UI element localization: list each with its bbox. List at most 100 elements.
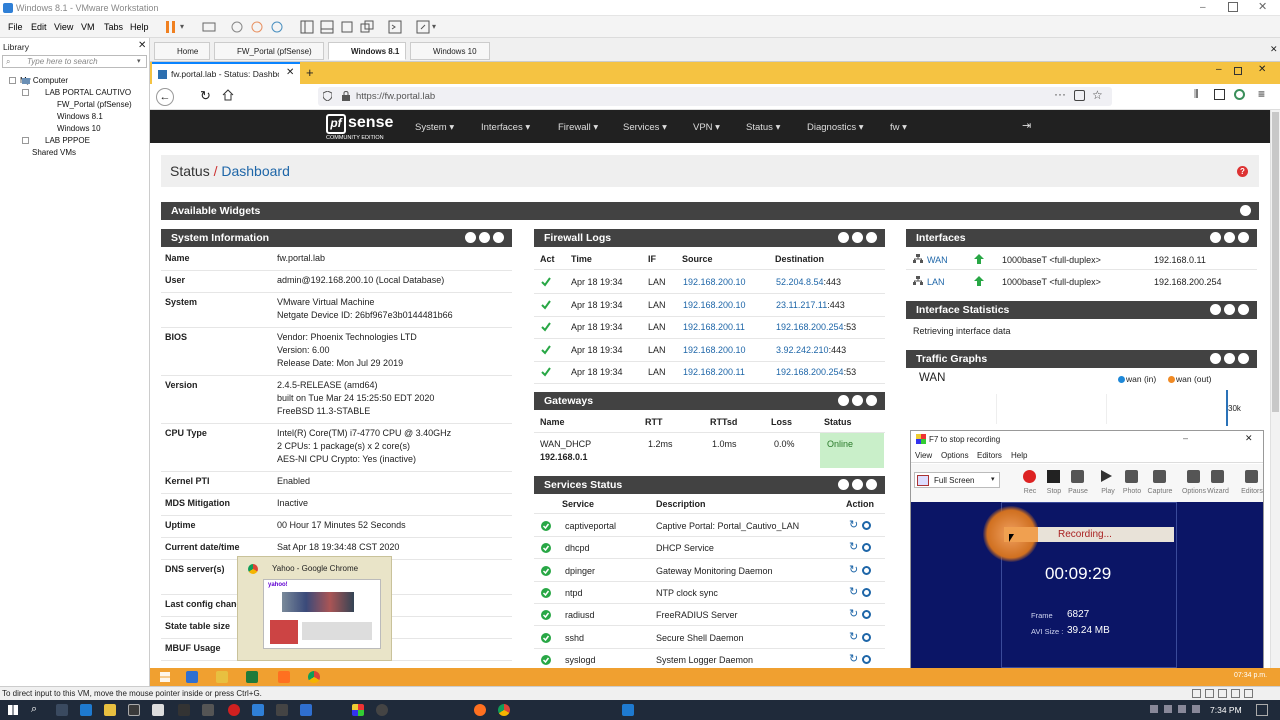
minimize-widget-icon[interactable] [852, 479, 863, 490]
ie-icon[interactable] [186, 671, 198, 683]
close-icon[interactable]: ✕ [286, 67, 294, 78]
pass-check-icon[interactable] [541, 322, 551, 332]
minimize-widget-icon[interactable] [1224, 304, 1235, 315]
menu-edit[interactable]: Edit [31, 22, 47, 32]
close-icon[interactable]: ✕ [1258, 64, 1266, 75]
app-icon[interactable] [152, 704, 164, 716]
close-widget-icon[interactable] [1238, 304, 1249, 315]
recorder-task-icon[interactable] [352, 704, 364, 716]
menu-tabs[interactable]: Tabs [104, 22, 123, 32]
chevron-down-icon[interactable]: ▾ [137, 57, 141, 65]
nav-firewall[interactable]: Firewall ▾ [558, 122, 598, 133]
tree-item-lab-portal[interactable]: LAB PORTAL CAUTIVO [45, 88, 131, 97]
restart-icon[interactable]: ↻ [849, 631, 858, 642]
wrench-icon[interactable] [838, 395, 849, 406]
battery-icon[interactable] [1164, 705, 1172, 713]
minimize-widget-icon[interactable] [1224, 353, 1235, 364]
stretch-icon[interactable] [416, 20, 430, 34]
recorder-btn-wizard[interactable]: Wizard [1205, 466, 1231, 500]
nav-interfaces[interactable]: Interfaces ▾ [481, 122, 530, 133]
app-icon[interactable] [202, 704, 214, 716]
home-icon[interactable] [222, 89, 234, 101]
recorder-menu-editors[interactable]: Editors [977, 451, 1002, 460]
nav-system[interactable]: System ▾ [415, 122, 454, 133]
close-widget-icon[interactable] [1238, 353, 1249, 364]
interface-lan[interactable]: LAN [927, 277, 945, 287]
tree-item-windows10[interactable]: Windows 10 [57, 124, 101, 133]
pass-check-icon[interactable] [541, 367, 551, 377]
log-dest-ip[interactable]: 192.168.200.254 [776, 322, 844, 332]
minimize-widget-icon[interactable] [1224, 232, 1235, 243]
log-dest-ip[interactable]: 192.168.200.254 [776, 367, 844, 377]
app-icon[interactable] [622, 704, 634, 716]
pass-check-icon[interactable] [541, 299, 551, 310]
chevron-down-icon[interactable]: ▾ [180, 22, 194, 36]
close-widget-icon[interactable] [866, 232, 877, 243]
page-title[interactable]: Dashboard [221, 163, 290, 179]
tree-item-shared-vms[interactable]: Shared VMs [32, 148, 76, 157]
pass-check-icon[interactable] [541, 344, 551, 355]
back-icon[interactable]: ← [156, 88, 174, 106]
maximize-icon[interactable] [1234, 67, 1242, 75]
vm-tab-fw-portal[interactable]: FW_Portal (pfSense) [214, 42, 324, 60]
app-icon[interactable] [376, 704, 388, 716]
close-widget-icon[interactable] [866, 395, 877, 406]
log-source[interactable]: 192.168.200.10 [683, 277, 746, 287]
tree-item-lab-pppoe[interactable]: LAB PPPOE [45, 136, 90, 145]
send-keys-icon[interactable] [202, 20, 216, 34]
stop-service-icon[interactable] [862, 654, 871, 664]
url-bar[interactable]: https://fw.portal.lab ··· ☆ [318, 87, 1112, 106]
menu-vm[interactable]: VM [81, 22, 95, 32]
bookmark-star-icon[interactable]: ☆ [1092, 88, 1103, 102]
tray-icon[interactable] [1150, 705, 1158, 713]
firefox-icon[interactable] [278, 671, 290, 683]
nav-diagnostics[interactable]: Diagnostics ▾ [807, 122, 864, 133]
minimize-widget-icon[interactable] [852, 232, 863, 243]
chevron-down-icon[interactable]: ▾ [432, 22, 446, 36]
library-search-input[interactable]: Type here to search [27, 57, 98, 66]
stop-service-icon[interactable] [862, 521, 871, 530]
restart-icon[interactable]: ↻ [849, 586, 858, 597]
legend-in[interactable]: wan (in) [1126, 374, 1156, 384]
store-icon[interactable] [128, 704, 140, 716]
recorder-btn-pause[interactable]: Pause [1065, 466, 1091, 500]
maximize-icon[interactable] [1228, 2, 1238, 12]
close-icon[interactable]: ✕ [1258, 0, 1267, 13]
stop-service-icon[interactable] [862, 610, 871, 620]
revert-snapshot-icon[interactable] [250, 20, 264, 34]
log-source[interactable]: 192.168.200.11 [683, 322, 745, 332]
file-explorer-icon[interactable] [104, 704, 116, 716]
recorder-btn-editors[interactable]: Editors [1239, 466, 1265, 500]
recorder-menu-help[interactable]: Help [1011, 451, 1027, 460]
wrench-icon[interactable] [1210, 232, 1221, 243]
logout-icon[interactable]: ⇥ [1022, 119, 1031, 132]
log-dest-ip[interactable]: 23.11.217.11 [776, 300, 827, 310]
url-text[interactable]: https://fw.portal.lab [356, 91, 435, 102]
legend-out[interactable]: wan (out) [1176, 374, 1211, 384]
minimize-icon[interactable]: – [1183, 433, 1188, 443]
chrome-icon[interactable] [308, 671, 320, 683]
network-adapter-icon[interactable] [1205, 689, 1214, 698]
stop-service-icon[interactable] [862, 565, 871, 575]
minimize-icon[interactable]: – [1200, 2, 1210, 13]
log-source[interactable]: 192.168.200.10 [683, 300, 746, 310]
close-icon[interactable]: ✕ [1245, 433, 1253, 444]
minimize-icon[interactable]: – [1216, 64, 1222, 75]
reload-icon[interactable]: ↻ [200, 88, 211, 104]
display-icon[interactable] [1244, 689, 1253, 698]
windows-start-icon[interactable] [8, 705, 18, 715]
tree-item-fw-portal[interactable]: FW_Portal (pfSense) [57, 100, 132, 109]
account-icon[interactable] [1234, 89, 1245, 100]
wrench-icon[interactable] [1210, 353, 1221, 364]
edge-icon[interactable] [80, 704, 92, 716]
excel-icon[interactable] [246, 671, 258, 683]
start-icon[interactable] [160, 672, 170, 682]
vmware-icon[interactable] [252, 704, 264, 716]
menu-help[interactable]: Help [130, 22, 149, 32]
plus-icon[interactable] [1240, 205, 1251, 216]
log-source[interactable]: 192.168.200.10 [683, 345, 746, 355]
wifi-icon[interactable] [1178, 705, 1186, 713]
firefox-icon[interactable] [474, 704, 486, 716]
task-view-icon[interactable] [56, 704, 68, 716]
search-icon[interactable]: ⌕ [31, 703, 37, 716]
